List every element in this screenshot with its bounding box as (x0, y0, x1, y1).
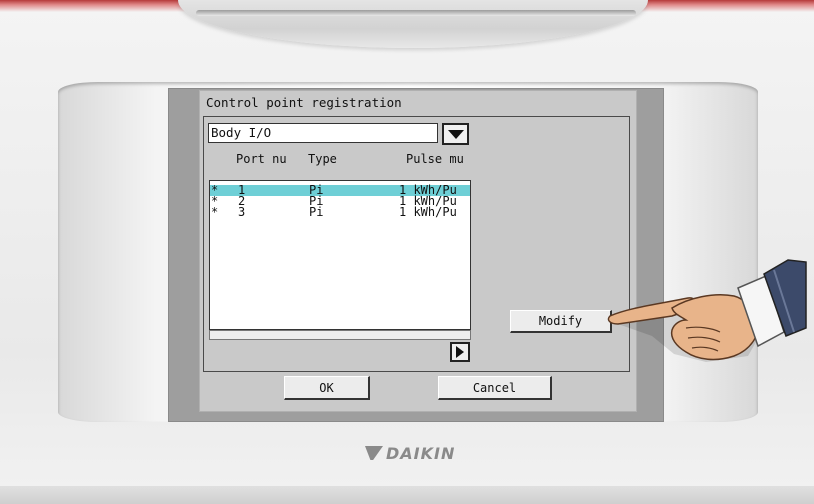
row-mark: * (211, 205, 219, 219)
io-select-dropdown-button[interactable] (442, 123, 469, 145)
chevron-down-icon (447, 129, 464, 139)
control-point-list[interactable]: * 1 Pi 1 kWh/Pu * 2 Pi 1 kWh/Pu * 3 Pi 1… (209, 180, 471, 330)
column-header-type: Type (308, 152, 337, 166)
top-bulge (178, 0, 648, 48)
ok-button[interactable]: OK (284, 376, 370, 400)
horizontal-scrollbar[interactable] (209, 330, 471, 340)
arrow-right-icon (456, 346, 464, 358)
brand-mark-icon (365, 446, 383, 460)
scroll-right-button[interactable] (450, 342, 470, 362)
cancel-button[interactable]: Cancel (438, 376, 552, 400)
top-slot (196, 10, 636, 16)
list-row[interactable]: * 3 Pi 1 kWh/Pu (210, 205, 470, 219)
io-select[interactable]: Body I/O (208, 123, 438, 143)
column-header-pulse: Pulse mu (406, 152, 464, 166)
dialog-title: Control point registration (206, 95, 402, 110)
brand-name: DAIKIN (386, 443, 456, 463)
row-port: 3 (238, 205, 246, 219)
bottom-band (0, 486, 814, 504)
row-type: Pi (309, 205, 324, 219)
column-header-port: Port nu (236, 152, 287, 166)
row-pulse: 1 kWh/Pu (399, 205, 457, 219)
brand-logo: DAIKIN (365, 443, 475, 463)
pointing-hand-icon (607, 259, 807, 362)
